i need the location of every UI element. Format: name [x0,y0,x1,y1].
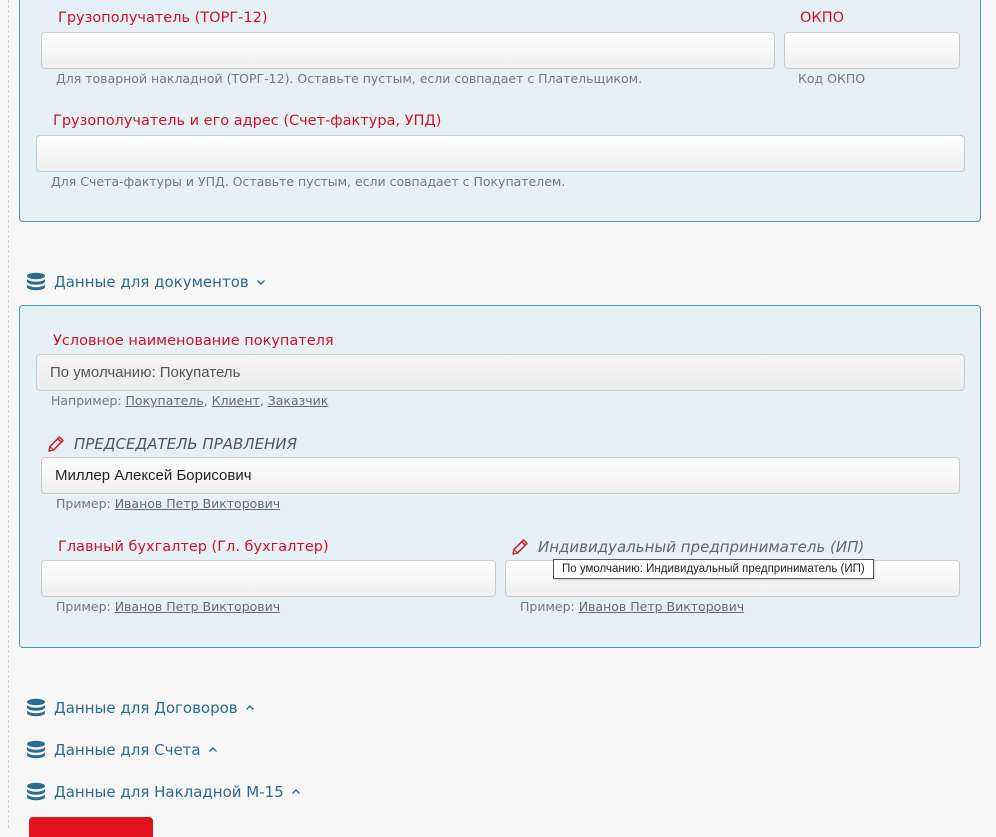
entrepreneur-label: Индивидуальный предприниматель (ИП) [538,538,865,556]
consignee-address-input[interactable] [36,135,965,172]
database-icon [26,782,46,802]
database-icon [26,740,46,760]
example-link-name[interactable]: Иванов Петр Викторович [579,599,744,614]
section-invoice-label: Данные для Счета [54,741,201,759]
chairman-label: ПРЕДСЕДАТЕЛЬ ПРАВЛЕНИЯ [74,435,297,453]
entrepreneur-hint-prefix: Пример: [520,599,579,614]
page-left-divider [8,0,9,828]
buyer-name-hint: Например: Покупатель, Клиент, Заказчик [51,393,328,408]
consignee-panel: Грузополучатель (ТОРГ-12) Для товарной н… [19,0,981,222]
okpo-hint: Код ОКПО [798,71,866,86]
chevron-down-icon [256,278,266,286]
chevron-up-icon [245,704,255,712]
example-link-buyer[interactable]: Покупатель [126,393,204,408]
section-contracts-label: Данные для Договоров [54,699,238,717]
section-documents-label: Данные для документов [54,273,249,291]
buyer-name-hint-prefix: Например: [51,393,126,408]
consignee-torg-label: Грузополучатель (ТОРГ-12) [58,10,268,26]
section-contracts-toggle[interactable]: Данные для Договоров [26,696,255,720]
example-link-client[interactable]: Клиент [212,393,260,408]
chairman-input[interactable] [41,457,960,494]
okpo-label: ОКПО [800,10,845,26]
entrepreneur-hint: Пример: Иванов Петр Викторович [520,599,744,614]
consignee-torg-input[interactable] [41,32,775,69]
documents-panel: Условное наименование покупателя Наприме… [19,305,981,648]
submit-button[interactable] [29,817,153,837]
pencil-icon[interactable] [510,537,530,557]
chevron-up-icon [291,788,301,796]
database-icon [26,698,46,718]
entrepreneur-label-row: Индивидуальный предприниматель (ИП) [510,537,864,557]
consignee-torg-hint: Для товарной накладной (ТОРГ-12). Оставь… [56,71,643,86]
chairman-label-row: ПРЕДСЕДАТЕЛЬ ПРАВЛЕНИЯ [46,434,297,454]
section-documents-toggle[interactable]: Данные для документов [26,270,266,294]
entrepreneur-tooltip: По умолчанию: Индивидуальный предпринима… [553,559,874,579]
buyer-name-input[interactable] [36,354,965,391]
okpo-input[interactable] [784,32,960,69]
section-waybill-label: Данные для Накладной М-15 [54,783,284,801]
example-link-name[interactable]: Иванов Петр Викторович [115,599,280,614]
accountant-input[interactable] [41,560,496,597]
chevron-up-icon [208,746,218,754]
database-icon [26,272,46,292]
section-invoice-toggle[interactable]: Данные для Счета [26,738,218,762]
accountant-label: Главный бухгалтер (Гл. бухгалтер) [58,539,329,555]
consignee-address-hint: Для Счета-фактуры и УПД. Оставьте пустым… [51,174,566,189]
chairman-hint-prefix: Пример: [56,496,115,511]
chairman-hint: Пример: Иванов Петр Викторович [56,496,280,511]
pencil-icon[interactable] [46,434,66,454]
buyer-name-label: Условное наименование покупателя [53,333,334,349]
section-waybill-toggle[interactable]: Данные для Накладной М-15 [26,780,301,804]
example-separator: , [203,393,212,408]
example-link-name[interactable]: Иванов Петр Викторович [115,496,280,511]
consignee-address-label: Грузополучатель и его адрес (Счет-фактур… [53,113,442,129]
accountant-hint-prefix: Пример: [56,599,115,614]
example-separator: , [259,393,268,408]
accountant-hint: Пример: Иванов Петр Викторович [56,599,280,614]
example-link-customer[interactable]: Заказчик [268,393,329,408]
